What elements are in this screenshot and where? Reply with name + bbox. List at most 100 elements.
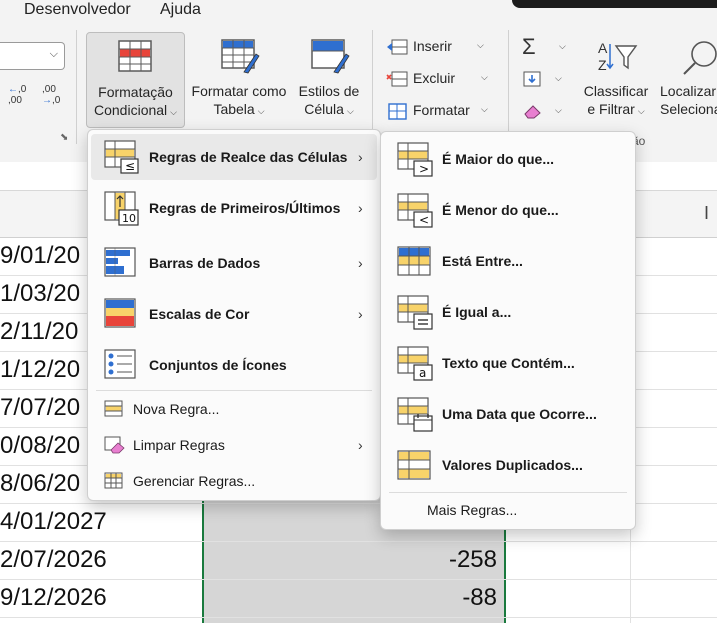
find-select-button[interactable]: Localizar e Selecionar	[656, 32, 717, 126]
increase-decimal-button[interactable]: ←,0,00	[8, 84, 32, 108]
submenu-item-label: Mais Regras...	[427, 502, 518, 518]
format-button[interactable]: Formatar ⌵	[386, 100, 496, 122]
dialog-launcher-icon[interactable]: ⬊	[60, 132, 68, 143]
date-cell[interactable]: 7/07/20	[0, 394, 80, 422]
date-cell[interactable]: 2/07/2026	[0, 546, 107, 574]
chevron-down-icon: ⌵	[257, 106, 265, 116]
manage-rules-icon	[104, 472, 123, 489]
submenu-item-label: É Igual a...	[442, 304, 512, 320]
chevron-right-icon: ›	[358, 437, 363, 453]
date-cell[interactable]: 1/03/20	[0, 280, 80, 308]
text-contains-icon: a	[397, 346, 433, 381]
sort-filter-button[interactable]: A Z Classificar e Filtrar ⌵	[578, 32, 654, 126]
delete-button[interactable]: Excluir ⌵	[386, 68, 496, 90]
submenu-item-label: É Maior do que...	[442, 151, 555, 167]
date-cell[interactable]: 0/08/20	[0, 432, 80, 460]
submenu-item-date-occurring[interactable]: Uma Data que Ocorre...	[381, 394, 635, 434]
sort-filter-label: Classificar e Filtrar ⌵	[583, 83, 649, 117]
menu-item-label: Escalas de Cor	[149, 306, 250, 322]
menu-item-data-bars[interactable]: Barras de Dados ›	[88, 243, 380, 283]
submenu-item-duplicate-values[interactable]: Valores Duplicados...	[381, 445, 635, 485]
svg-text:a: a	[419, 366, 426, 380]
chevron-down-icon: ⌵	[559, 41, 566, 51]
chevron-right-icon: ›	[358, 255, 363, 271]
chevron-down-icon: ⌵	[555, 73, 562, 83]
menu-item-icon-sets[interactable]: Conjuntos de Ícones	[88, 345, 380, 385]
format-table-icon	[221, 39, 260, 74]
submenu-item-between[interactable]: Está Entre...	[381, 241, 635, 281]
chevron-down-icon: ⌵	[481, 72, 488, 82]
cell-styles-label: Estilos de Célula ⌵	[298, 83, 360, 117]
date-cell[interactable]: 4/01/2027	[0, 508, 107, 536]
menu-item-color-scales[interactable]: Escalas de Cor ›	[88, 294, 380, 334]
tab-ajuda[interactable]: Ajuda	[160, 1, 201, 19]
calendar-icon	[397, 397, 433, 432]
insert-button[interactable]: Inserir ⌵	[386, 36, 496, 58]
date-cell[interactable]: 2/11/20	[0, 318, 78, 346]
chevron-down-icon: ⌵	[170, 107, 177, 117]
menu-item-highlight-cells-rules[interactable]: ≤ Regras de Realce das Células ›	[88, 137, 380, 177]
menu-item-label: Limpar Regras	[133, 437, 225, 453]
chevron-down-icon: ⌵	[49, 48, 58, 60]
menu-item-label: Barras de Dados	[149, 255, 261, 271]
submenu-item-label: Está Entre...	[442, 253, 523, 269]
submenu-item-more-rules[interactable]: Mais Regras...	[381, 491, 635, 529]
decrease-decimal-button[interactable]: ,00 →,0	[42, 84, 66, 108]
between-icon	[397, 246, 431, 276]
date-cell[interactable]: 9/01/20	[0, 242, 80, 270]
svg-text:A: A	[598, 40, 608, 56]
chevron-down-icon: ⌵	[555, 105, 562, 115]
submenu-item-label: Uma Data que Ocorre...	[442, 406, 597, 422]
submenu-item-equal-to[interactable]: É Igual a...	[381, 292, 635, 332]
menu-item-new-rule[interactable]: Nova Regra...	[88, 389, 380, 429]
chevron-down-icon: ⌵	[477, 40, 484, 50]
fill-button[interactable]: ⌵	[522, 68, 568, 90]
fill-down-icon	[523, 71, 541, 87]
eraser-icon	[524, 105, 541, 119]
submenu-item-label: É Menor do que...	[442, 202, 559, 218]
cell-styles-button[interactable]: Estilos de Célula ⌵	[294, 32, 364, 126]
value-cell[interactable]: -258	[407, 546, 497, 574]
chevron-right-icon: ›	[358, 200, 363, 216]
value-cell[interactable]: -88	[407, 584, 497, 612]
svg-text:10: 10	[122, 212, 136, 225]
submenu-item-greater-than[interactable]: > É Maior do que...	[381, 139, 635, 179]
submenu-item-label: Texto que Contém...	[442, 355, 575, 371]
sigma-icon: Σ	[522, 34, 536, 59]
menu-item-label: Gerenciar Regras...	[133, 473, 256, 489]
format-as-table-label: Formatar como Tabela ⌵	[191, 83, 287, 117]
data-bars-icon	[104, 247, 136, 277]
highlight-rules-submenu: > É Maior do que... < É Menor do que... …	[380, 131, 636, 530]
svg-text:>: >	[419, 162, 429, 176]
chevron-right-icon: ›	[358, 306, 363, 322]
top-bottom-rules-icon: 10	[104, 191, 139, 226]
chevron-down-icon: ⌵	[481, 104, 488, 114]
menu-item-clear-rules[interactable]: Limpar Regras ›	[88, 425, 380, 465]
submenu-item-less-than[interactable]: < É Menor do que...	[381, 190, 635, 230]
chevron-right-icon: ›	[358, 149, 363, 165]
date-cell[interactable]: 1/12/20	[0, 356, 80, 384]
delete-cells-icon	[386, 71, 408, 87]
menu-item-label: Conjuntos de Ícones	[149, 357, 287, 373]
duplicate-values-icon	[397, 450, 431, 480]
cell-styles-icon	[311, 39, 350, 74]
new-rule-icon	[104, 400, 123, 417]
menu-item-top-bottom-rules[interactable]: 10 Regras de Primeiros/Últimos ›	[88, 188, 380, 228]
autosum-button[interactable]: Σ ⌵	[522, 34, 568, 59]
menu-item-label: Regras de Primeiros/Últimos	[149, 200, 341, 216]
number-format-dropdown[interactable]: ⌵	[0, 42, 65, 70]
format-as-table-button[interactable]: Formatar como Tabela ⌵	[187, 32, 291, 126]
clear-button[interactable]: ⌵	[522, 100, 568, 122]
date-cell[interactable]: 9/12/2026	[0, 584, 107, 612]
conditional-formatting-icon	[118, 40, 152, 72]
find-select-label: Localizar e Selecionar	[660, 83, 717, 117]
greater-than-icon: >	[397, 142, 433, 177]
menu-item-manage-rules[interactable]: Gerenciar Regras...	[88, 461, 380, 501]
tab-desenvolvedor[interactable]: Desenvolvedor	[24, 1, 131, 19]
less-than-icon: <	[397, 193, 433, 228]
date-cell[interactable]: 8/06/20	[0, 470, 80, 498]
submenu-item-text-contains[interactable]: a Texto que Contém...	[381, 343, 635, 383]
conditional-formatting-label: Formatação Condicional ⌵	[94, 84, 177, 118]
conditional-formatting-button[interactable]: Formatação Condicional ⌵	[86, 32, 185, 128]
menu-item-label: Nova Regra...	[133, 401, 220, 417]
